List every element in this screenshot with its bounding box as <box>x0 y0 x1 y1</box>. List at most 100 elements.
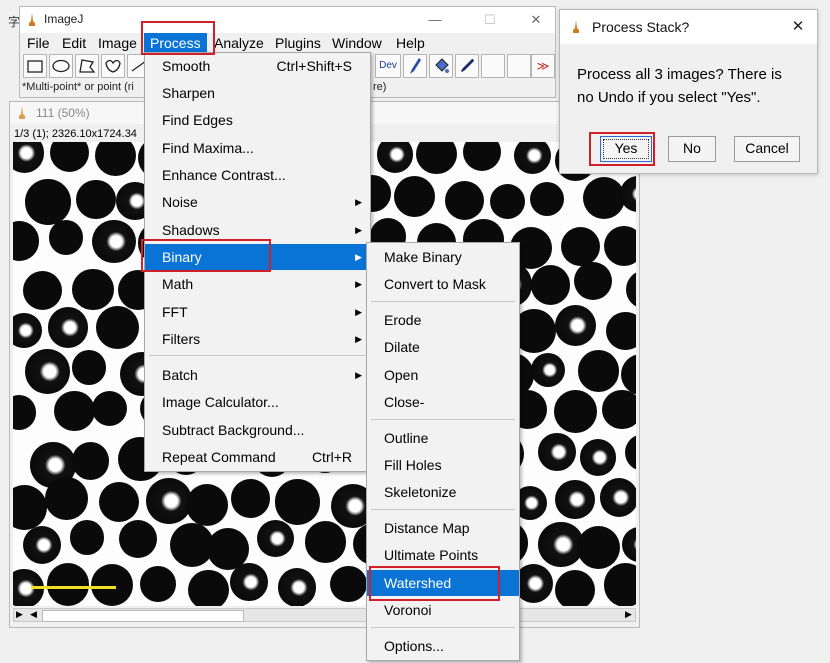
menu-help[interactable]: Help <box>396 33 425 53</box>
particle <box>603 562 636 606</box>
status-text-tail: re) <box>373 81 387 93</box>
menu-image[interactable]: Image <box>98 33 137 53</box>
dialog-close-icon[interactable]: ✕ <box>789 18 807 36</box>
minimize-icon[interactable]: — <box>426 11 444 29</box>
imagej-logo-icon <box>19 106 25 119</box>
oval-tool-icon[interactable] <box>49 54 73 78</box>
process-menu-item[interactable]: Image Calculator... <box>145 389 370 415</box>
scroll-left-icon[interactable]: ◀ <box>30 609 37 620</box>
binary-menu-item[interactable]: Options... <box>367 633 519 659</box>
menu-separator <box>371 509 515 510</box>
particle <box>304 520 347 563</box>
binary-menu-item[interactable]: Open <box>367 362 519 388</box>
menu-separator <box>371 627 515 628</box>
dropper-tool-icon[interactable] <box>455 54 479 78</box>
menu-item-label: Voronoi <box>384 602 432 618</box>
highlight-box-binary <box>141 239 271 272</box>
polygon-tool-icon[interactable] <box>75 54 99 78</box>
flood-fill-tool-icon[interactable] <box>429 54 453 78</box>
highlight-box-watershed <box>369 566 500 601</box>
scrollbar-thumb[interactable] <box>42 610 244 622</box>
binary-menu-item[interactable]: Dilate <box>367 334 519 360</box>
particle <box>604 225 636 266</box>
particle <box>98 481 139 522</box>
binary-menu-item[interactable]: Erode <box>367 307 519 333</box>
process-menu-item[interactable]: Subtract Background... <box>145 417 370 443</box>
process-menu-item[interactable]: FFT ▶ <box>145 299 370 325</box>
process-menu-item[interactable]: Smooth Ctrl+Shift+S <box>145 53 370 79</box>
process-menu-item[interactable]: Math ▶ <box>145 271 370 297</box>
imagej-menubar: File Edit Image Process Analyze Plugins … <box>20 33 555 53</box>
menu-edit[interactable]: Edit <box>62 33 86 53</box>
binary-menu-item[interactable]: Outline <box>367 425 519 451</box>
particle <box>71 442 110 480</box>
binary-menu-item[interactable]: Close- <box>367 389 519 415</box>
dev-tool-icon[interactable]: Dev <box>375 54 401 78</box>
particle <box>530 265 571 305</box>
menu-item-label: Open <box>384 367 419 383</box>
cancel-button[interactable]: Cancel <box>734 136 800 162</box>
particle <box>231 479 271 518</box>
process-menu-item[interactable]: Noise ▶ <box>145 189 370 215</box>
no-button[interactable]: No <box>668 136 716 162</box>
menu-item-label: Filters <box>162 331 201 347</box>
particle <box>54 390 95 432</box>
menu-item-label: Math <box>162 276 194 292</box>
particle <box>529 182 564 217</box>
rectangle-tool-icon[interactable] <box>23 54 47 78</box>
particle <box>145 478 192 524</box>
dialog-title: Process Stack? <box>592 19 690 35</box>
toolbar-empty-slot-2[interactable] <box>507 54 531 78</box>
process-menu-item[interactable]: Batch ▶ <box>145 362 370 388</box>
process-menu-item[interactable]: Repeat Command Ctrl+R <box>145 444 370 470</box>
scroll-right-icon[interactable]: ▶ <box>625 609 632 620</box>
particle <box>92 219 136 264</box>
particle <box>531 353 566 388</box>
freehand-tool-icon[interactable] <box>101 54 125 78</box>
particle <box>577 349 620 392</box>
menu-item-shortcut: Ctrl+Shift+S <box>276 58 352 74</box>
particle <box>624 433 636 471</box>
particle <box>50 142 90 173</box>
particle <box>416 142 457 175</box>
process-menu-item[interactable]: Enhance Contrast... <box>145 162 370 188</box>
menu-item-label: Erode <box>384 312 422 328</box>
process-menu-item[interactable]: Sharpen <box>145 80 370 106</box>
status-text: *Multi-point* or point (ri <box>22 81 134 93</box>
particle <box>554 304 597 347</box>
binary-menu-item[interactable]: Ultimate Points <box>367 542 519 568</box>
binary-menu-item[interactable]: Distance Map <box>367 515 519 541</box>
menu-item-label: Batch <box>162 367 198 383</box>
menu-plugins[interactable]: Plugins <box>275 33 321 53</box>
binary-menu-item[interactable]: Convert to Mask <box>367 271 519 297</box>
close-icon[interactable]: ✕ <box>527 11 545 29</box>
play-icon[interactable]: ▶ <box>16 609 23 620</box>
binary-menu-item[interactable]: Skeletonize <box>367 479 519 505</box>
binary-menu-item[interactable]: Fill Holes <box>367 452 519 478</box>
menu-window[interactable]: Window <box>332 33 382 53</box>
menu-file[interactable]: File <box>27 33 50 53</box>
toolbar-empty-slot[interactable] <box>481 54 505 78</box>
particle <box>622 526 636 563</box>
particle <box>13 394 37 430</box>
menu-item-label: Find Edges <box>162 112 233 128</box>
particle <box>71 350 107 386</box>
process-menu-item[interactable]: Find Edges <box>145 107 370 133</box>
highlight-box-process <box>141 21 215 55</box>
horizontal-scrollbar[interactable]: ▶ ◀ ▶ <box>13 608 636 622</box>
maximize-icon[interactable]: ☐ <box>481 11 499 29</box>
particle <box>555 479 596 520</box>
particle <box>394 175 436 217</box>
particle <box>462 142 501 172</box>
particle <box>45 477 88 520</box>
process-menu-item[interactable]: Find Maxima... <box>145 135 370 161</box>
binary-menu-item[interactable]: Make Binary <box>367 244 519 270</box>
brush-tool-icon[interactable] <box>403 54 427 78</box>
scale-bar <box>31 586 116 589</box>
menu-analyze[interactable]: Analyze <box>214 33 264 53</box>
more-tools-icon[interactable]: ≫ <box>531 54 555 78</box>
submenu-arrow-icon: ▶ <box>355 279 362 289</box>
submenu-arrow-icon: ▶ <box>355 252 362 262</box>
menu-item-label: Options... <box>384 638 444 654</box>
process-menu-item[interactable]: Filters ▶ <box>145 326 370 352</box>
